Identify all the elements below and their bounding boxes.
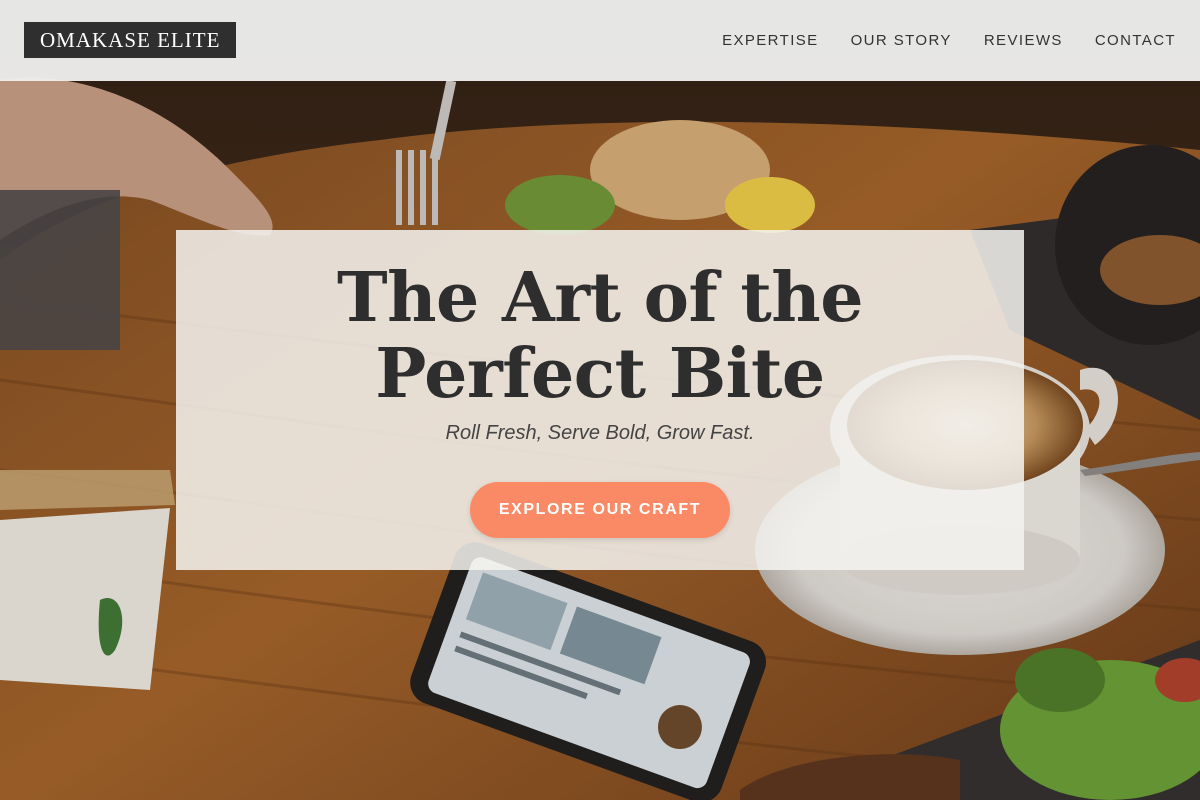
explore-craft-button[interactable]: EXPLORE OUR CRAFT bbox=[470, 482, 730, 538]
site-header: OMAKASE ELITE EXPERTISE OUR STORY REVIEW… bbox=[0, 0, 1200, 81]
brand-logo[interactable]: OMAKASE ELITE bbox=[24, 22, 237, 58]
nav-link-contact[interactable]: CONTACT bbox=[1095, 32, 1176, 49]
hero-subtitle: Roll Fresh, Serve Bold, Grow Fast. bbox=[445, 422, 755, 444]
main-nav: EXPERTISE OUR STORY REVIEWS CONTACT bbox=[722, 0, 1176, 81]
hero-title: The Art of the Perfect Bite bbox=[336, 258, 864, 414]
hero-card: The Art of the Perfect Bite Roll Fresh, … bbox=[176, 230, 1024, 570]
nav-link-reviews[interactable]: REVIEWS bbox=[984, 32, 1063, 49]
nav-link-our-story[interactable]: OUR STORY bbox=[851, 32, 952, 49]
nav-link-expertise[interactable]: EXPERTISE bbox=[722, 32, 819, 49]
